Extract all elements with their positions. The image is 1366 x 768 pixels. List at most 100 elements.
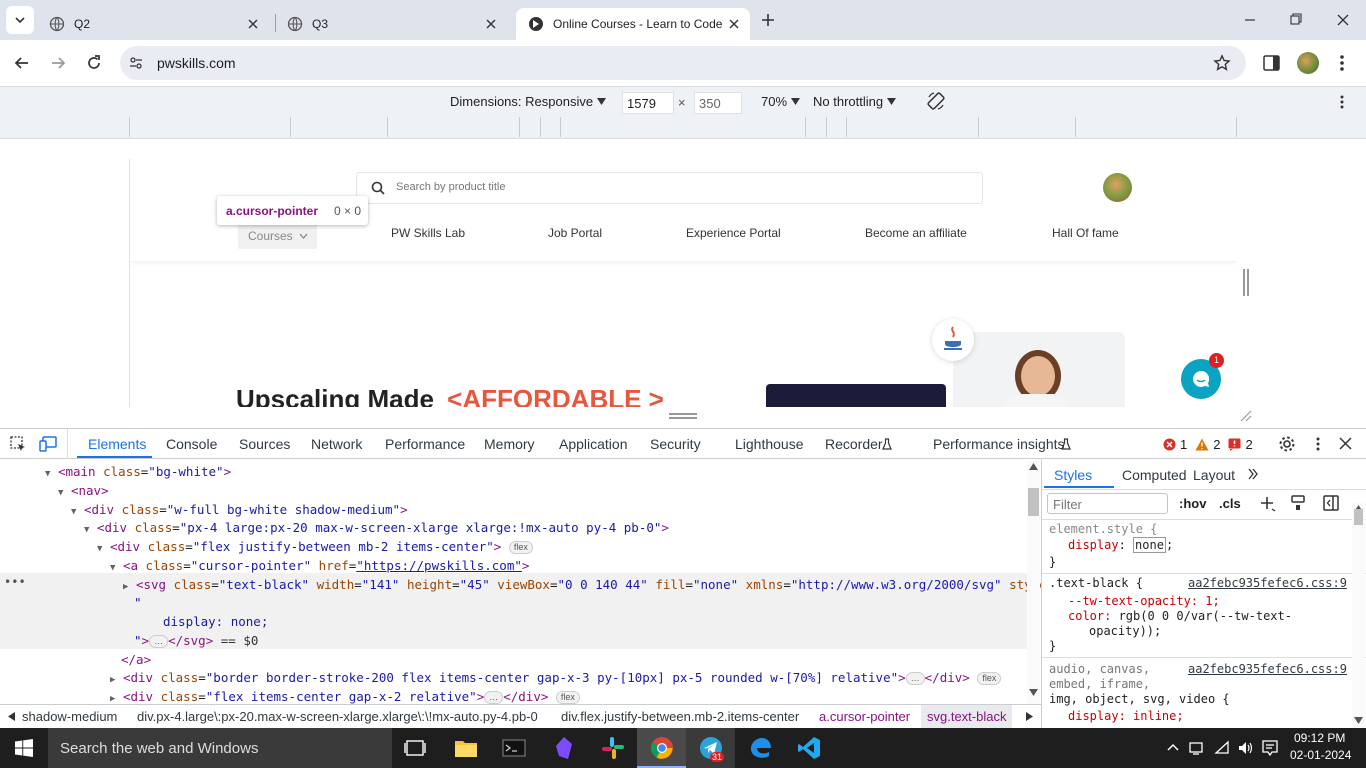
network-icon[interactable] — [1189, 740, 1205, 756]
task-view-icon[interactable] — [404, 739, 426, 757]
device-toggle-icon[interactable] — [39, 436, 57, 452]
tab-memory[interactable]: Memory — [484, 436, 535, 452]
tab-layout[interactable]: Layout — [1193, 467, 1235, 483]
rule-source-link[interactable]: aa2febc935fefec6.css:9 — [1188, 662, 1347, 677]
chrome-taskbar-button[interactable] — [637, 728, 686, 768]
hov-toggle[interactable]: :hov — [1179, 496, 1206, 511]
tab-application[interactable]: Application — [559, 436, 628, 452]
css-decl-opacity[interactable]: --tw-text-opacity: 1; — [1068, 594, 1220, 609]
resize-handle-right[interactable] — [1243, 269, 1249, 296]
height-input[interactable]: 350 — [694, 92, 742, 114]
tab-search-button[interactable] — [6, 6, 34, 34]
dom-node-line[interactable]: ▼ <div class="px-4 large:px-20 max-w-scr… — [84, 518, 669, 537]
computed-sidebar-icon[interactable] — [1323, 495, 1339, 511]
url-text[interactable]: pwskills.com — [157, 55, 236, 71]
scroll-right-icon[interactable] — [1026, 712, 1033, 721]
side-panel-button[interactable] — [1263, 55, 1280, 71]
scroll-left-icon[interactable] — [8, 712, 15, 721]
scroll-down-icon[interactable] — [1029, 689, 1038, 696]
tab-online-courses[interactable]: Online Courses - Learn to Code — [516, 8, 750, 40]
tab-q3[interactable]: Q3 — [275, 8, 507, 40]
close-icon[interactable] — [245, 16, 261, 32]
rule-element-style-decl[interactable]: display: none; — [1068, 537, 1173, 553]
tab-performance[interactable]: Performance — [385, 436, 465, 452]
rotate-button[interactable] — [926, 91, 946, 111]
css-value-edit[interactable]: none — [1133, 537, 1166, 553]
tab-security[interactable]: Security — [650, 436, 701, 452]
breadcrumb-item[interactable]: shadow-medium — [22, 709, 117, 724]
nav-hall-of-fame[interactable]: Hall Of fame — [1052, 226, 1119, 240]
nav-job-portal[interactable]: Job Portal — [548, 226, 602, 240]
courses-dropdown[interactable]: Courses — [238, 223, 317, 249]
tab-sources[interactable]: Sources — [239, 436, 290, 452]
paint-brush-icon[interactable] — [1291, 495, 1305, 511]
back-button[interactable] — [12, 53, 32, 73]
resize-handle-bottom[interactable] — [669, 413, 697, 419]
star-icon[interactable] — [1213, 54, 1231, 72]
settings-gear-icon[interactable] — [1278, 435, 1296, 453]
restore-button[interactable] — [1282, 12, 1310, 28]
site-search-box[interactable]: Search by product title — [356, 172, 983, 204]
start-button[interactable] — [0, 728, 48, 768]
tab-lighthouse[interactable]: Lighthouse — [735, 436, 804, 452]
elements-dom-tree[interactable]: ••• ▼ <main class="bg-white"> ▼ <nav> ▼ <d… — [0, 459, 1041, 704]
styles-filter-input[interactable]: Filter — [1047, 493, 1168, 514]
site-settings-icon[interactable] — [128, 55, 144, 71]
close-window-button[interactable] — [1329, 12, 1357, 28]
nav-become-affiliate[interactable]: Become an affiliate — [865, 226, 967, 240]
close-icon[interactable] — [483, 16, 499, 32]
edge-icon[interactable] — [749, 736, 773, 760]
dom-node-line[interactable]: " — [134, 593, 142, 612]
rule-source-link[interactable]: aa2febc935fefec6.css:9 — [1188, 576, 1347, 591]
tab-performance-insights[interactable]: Performance insights — [933, 436, 1065, 452]
dom-node-line[interactable]: ▶ <div class="flex items-center gap-x-2 … — [110, 687, 580, 704]
tab-network[interactable]: Network — [311, 436, 362, 452]
taskbar-search-box[interactable]: Search the web and Windows — [48, 728, 392, 768]
dom-node-line[interactable]: ▼ <a class="cursor-pointer" href="https:… — [110, 556, 529, 575]
close-icon[interactable] — [726, 16, 742, 32]
close-devtools-icon[interactable] — [1339, 437, 1352, 450]
breadcrumb-item[interactable]: div.flex.justify-between.mb-2.items-cent… — [561, 709, 799, 724]
cls-toggle[interactable]: .cls — [1219, 496, 1241, 511]
reload-button[interactable] — [84, 53, 104, 73]
file-explorer-icon[interactable] — [454, 738, 478, 758]
slack-icon[interactable] — [601, 736, 625, 760]
dom-node-line[interactable]: ▼ <main class="bg-white"> — [45, 462, 231, 481]
minimize-button[interactable] — [1236, 12, 1264, 28]
more-vert-icon[interactable] — [1315, 436, 1321, 452]
tab-q2[interactable]: Q2 — [37, 8, 269, 40]
tab-styles[interactable]: Styles — [1054, 467, 1092, 483]
dom-node-line[interactable]: ">… </svg> == $0 — [134, 631, 258, 650]
issues-counter[interactable]: 1 2 2 — [1163, 437, 1253, 452]
nav-experience-portal[interactable]: Experience Portal — [686, 226, 781, 240]
chat-widget-button[interactable]: 1 — [1181, 353, 1224, 399]
inspect-element-icon[interactable] — [10, 436, 27, 453]
styles-scrollbar[interactable] — [1352, 503, 1365, 728]
new-tab-button[interactable] — [756, 8, 780, 32]
tab-computed[interactable]: Computed — [1122, 467, 1187, 483]
breadcrumb-item[interactable]: div.px-4.large\:px-20.max-w-screen-xlarg… — [137, 709, 538, 724]
clock-date[interactable]: 02-01-2024 — [1290, 748, 1351, 762]
breadcrumb-item[interactable]: a.cursor-pointer — [819, 709, 910, 724]
device-menu-button[interactable] — [1339, 94, 1345, 110]
telegram-taskbar-button[interactable]: 31 — [686, 728, 735, 768]
scroll-up-icon[interactable] — [1029, 463, 1038, 470]
dom-node-line[interactable]: ▼ <nav> — [58, 481, 109, 500]
dom-node-line[interactable]: ▼ <div class="flex justify-between mb-2 … — [97, 537, 533, 556]
wifi-icon[interactable] — [1214, 740, 1230, 756]
css-decl-color[interactable]: color: rgb(0 0 0/var(--tw-text- — [1068, 609, 1292, 624]
dom-node-line[interactable]: display: none; — [163, 612, 268, 631]
clock-time[interactable]: 09:12 PM — [1294, 731, 1345, 745]
chrome-menu-button[interactable] — [1339, 53, 1345, 73]
scroll-down-icon[interactable] — [1354, 717, 1363, 724]
obsidian-icon[interactable] — [554, 736, 574, 760]
css-decl-display-inline[interactable]: display: inline; — [1068, 709, 1184, 724]
scroll-thumb[interactable] — [1354, 509, 1363, 525]
scroll-thumb[interactable] — [1028, 488, 1039, 516]
tab-recorder[interactable]: Recorder — [825, 436, 883, 452]
width-input[interactable]: 1579 — [622, 92, 674, 114]
nav-pw-skills-lab[interactable]: PW Skills Lab — [391, 226, 465, 240]
tab-elements[interactable]: Elements — [88, 436, 146, 452]
zoom-dropdown[interactable]: 70% — [761, 94, 801, 109]
dom-node-line[interactable]: ▶ <svg class="text-black" width="141" he… — [123, 575, 1041, 594]
